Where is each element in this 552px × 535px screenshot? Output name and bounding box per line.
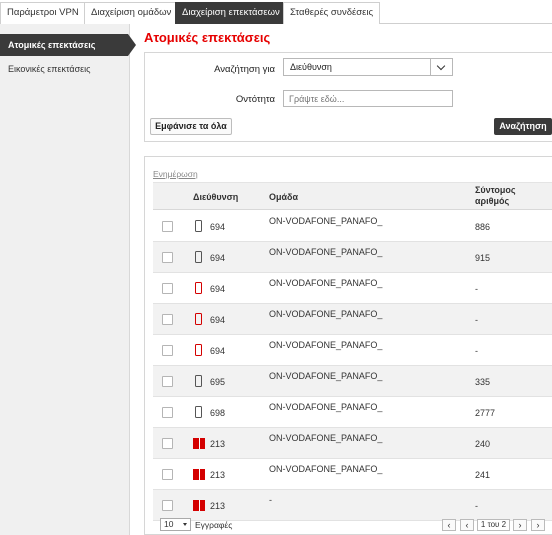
table-row[interactable]: 213 ON-VODAFONE_PANAFO_ 241 [153,459,552,490]
row-address: 694 [210,222,226,232]
table-row[interactable]: 695 ON-VODAFONE_PANAFO_ 335 [153,366,552,397]
row-checkbox[interactable] [162,469,173,480]
row-checkbox[interactable] [162,407,173,418]
column-header-short-number[interactable]: Σύντομος αριθμός [475,185,535,207]
row-group: ON-VODAFONE_PANAFO_ [269,433,383,443]
row-checkbox[interactable] [162,500,173,511]
landline-book-icon [193,500,205,511]
row-address: 694 [210,346,226,356]
row-address: 213 [210,501,226,511]
row-checkbox[interactable] [162,376,173,387]
page-size-select[interactable]: 10 [160,518,191,531]
column-header-group[interactable]: Ομάδα [269,192,298,203]
row-checkbox[interactable] [162,283,173,294]
sidebar: Ατομικές επεκτάσεις Εικονικές επεκτάσεις [0,24,136,535]
chevron-down-icon [436,61,446,71]
row-group: ON-VODAFONE_PANAFO_ [269,371,383,381]
page-size-value: 10 [164,519,174,529]
tab-group-management[interactable]: Διαχείριση ομάδων [84,2,179,24]
mobile-phone-icon [195,344,202,356]
mobile-phone-icon [195,406,202,418]
top-tab-bar: Παράμετροι VPN Διαχείριση ομάδων Διαχείρ… [0,0,552,24]
page-info: 1 του 2 [477,519,510,531]
table-row[interactable]: 698 ON-VODAFONE_PANAFO_ 2777 [153,397,552,428]
row-group: ON-VODAFONE_PANAFO_ [269,278,383,288]
mobile-phone-icon [195,313,202,325]
search-for-select[interactable]: Διεύθυνση [283,58,453,76]
row-short-number: 915 [475,253,491,263]
row-group: ON-VODAFONE_PANAFO_ [269,247,383,257]
first-page-button[interactable]: ‹ [460,519,474,531]
next-page-button[interactable]: › [513,519,527,531]
table-footer: 10 Εγγραφές ‹ ‹ 1 του 2 › › [153,516,552,535]
prev-page-button[interactable]: ‹ [442,519,456,531]
column-header-address[interactable]: Διεύθυνση [193,192,238,203]
row-short-number: 335 [475,377,491,387]
sidebar-item-virtual-extensions[interactable]: Εικονικές επεκτάσεις [0,58,130,80]
sidebar-item-individual-extensions[interactable]: Ατομικές επεκτάσεις [0,34,136,56]
sidebar-item-label: Ατομικές επεκτάσεις [8,40,96,50]
mobile-phone-icon [195,375,202,387]
row-group: ON-VODAFONE_PANAFO_ [269,464,383,474]
table-row[interactable]: 694 ON-VODAFONE_PANAFO_ - [153,304,552,335]
landline-book-icon [193,469,205,480]
row-address: 694 [210,284,226,294]
search-for-label: Αναζήτηση για [214,64,275,75]
row-group: ON-VODAFONE_PANAFO_ [269,216,383,226]
row-group: ON-VODAFONE_PANAFO_ [269,309,383,319]
table-header: Διεύθυνση Ομάδα Σύντομος αριθμός [153,182,552,210]
row-address: 213 [210,470,226,480]
row-address: 694 [210,253,226,263]
row-address: 694 [210,315,226,325]
tab-fixed-connections[interactable]: Σταθερές συνδέσεις [283,2,381,24]
mobile-phone-icon [195,282,202,294]
row-short-number: 240 [475,439,491,449]
row-group: ON-VODAFONE_PANAFO_ [269,340,383,350]
row-group: - [269,495,272,505]
row-address: 213 [210,439,226,449]
entity-label: Οντότητα [235,94,275,105]
active-arrow-icon [128,34,136,56]
row-checkbox[interactable] [162,314,173,325]
entity-input[interactable] [283,90,453,107]
mobile-phone-icon [195,251,202,263]
page-title: Ατομικές επεκτάσεις [144,30,271,45]
row-short-number: - [475,315,478,325]
row-address: 698 [210,408,226,418]
table-row[interactable]: 213 ON-VODAFONE_PANAFO_ 240 [153,428,552,459]
row-short-number: 886 [475,222,491,232]
search-button[interactable]: Αναζήτηση [494,118,552,135]
refresh-link[interactable]: Ενημέρωση [153,169,198,179]
row-short-number: - [475,346,478,356]
landline-book-icon [193,438,205,449]
table-row[interactable]: 694 ON-VODAFONE_PANAFO_ 886 [153,211,552,242]
show-all-button[interactable]: Εμφάνισε τα όλα [150,118,232,135]
records-label: Εγγραφές [195,520,233,530]
mobile-phone-icon [195,220,202,232]
row-checkbox[interactable] [162,252,173,263]
row-short-number: - [475,284,478,294]
row-address: 695 [210,377,226,387]
row-group: ON-VODAFONE_PANAFO_ [269,402,383,412]
caret-down-icon [183,523,187,526]
table-row[interactable]: 694 ON-VODAFONE_PANAFO_ - [153,335,552,366]
search-for-value: Διεύθυνση [290,62,332,72]
dropdown-toggle[interactable] [430,59,452,75]
row-checkbox[interactable] [162,345,173,356]
sidebar-item-label: Εικονικές επεκτάσεις [8,64,91,74]
table-row[interactable]: 694 ON-VODAFONE_PANAFO_ 915 [153,242,552,273]
table-row[interactable]: 694 ON-VODAFONE_PANAFO_ - [153,273,552,304]
last-page-button[interactable]: › [531,519,545,531]
row-short-number: - [475,501,478,511]
row-checkbox[interactable] [162,221,173,232]
tab-vpn-parameters[interactable]: Παράμετροι VPN [0,2,86,24]
row-short-number: 2777 [475,408,496,418]
row-checkbox[interactable] [162,438,173,449]
tab-extension-management[interactable]: Διαχείριση επεκτάσεων [175,2,287,24]
row-short-number: 241 [475,470,491,480]
